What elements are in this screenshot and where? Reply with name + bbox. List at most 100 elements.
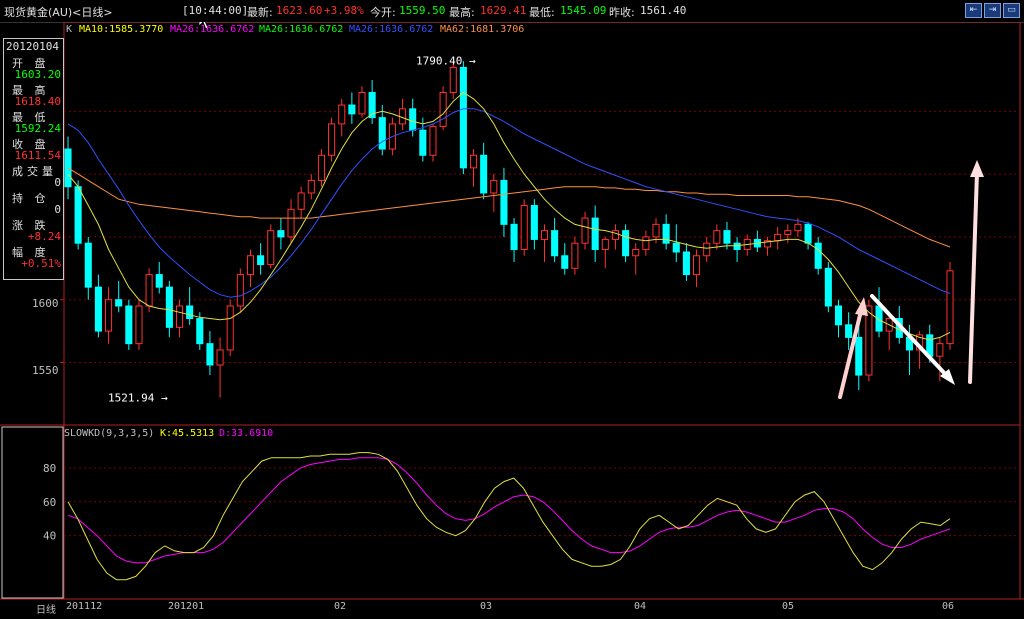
candle-body (510, 223, 518, 250)
high-annotation: 1790.40 → (416, 55, 476, 68)
info-value: 1618.40 (14, 95, 61, 108)
candle-body (297, 192, 305, 210)
latest-label: 最新: (247, 6, 273, 19)
info-value: +8.24 (27, 230, 61, 243)
ma26-caption-2: MA26:1636.6762 (259, 24, 344, 35)
ma26-caption-3: MA26:1636.6762 (349, 24, 434, 35)
candle-body (105, 299, 113, 332)
candle-body (834, 305, 843, 326)
high-label: 最高: (449, 6, 475, 19)
candle-body (804, 223, 812, 244)
ma26-caption-1: MA26:1636.6762 (170, 24, 255, 35)
ma62-caption: MA62:1681.3706 (440, 24, 525, 35)
open-label: 今开: (370, 6, 396, 19)
candle-body (307, 179, 315, 194)
x-label-03: 03 (480, 601, 493, 612)
candle-body (622, 230, 630, 257)
candle-body (419, 129, 427, 156)
candle-body (358, 92, 366, 115)
quote-info-panel: 20120104 开 盘 1603.20 最 高 1618.40 最 低 1592.24 收… (3, 38, 64, 280)
info-value: 0 (54, 176, 61, 189)
candle-body (500, 179, 508, 225)
candle-body (814, 242, 822, 269)
high-value: 1629.41 (480, 4, 527, 17)
candle-body (784, 230, 792, 235)
ma10-caption: MA10:1585.3770 (79, 24, 164, 35)
candle-body (581, 217, 589, 244)
x-label-02: 02 (334, 601, 347, 612)
x-label-06: 06 (942, 601, 955, 612)
latest-value: 1623.60 (276, 4, 323, 17)
candle-body (530, 205, 538, 240)
candle-body (115, 299, 123, 307)
candle-body (287, 208, 295, 238)
chart-area[interactable]: 1790.40 → 1521.94 → 40 60 80 (0, 22, 1024, 619)
candle-body (155, 274, 163, 288)
kd-d-line (67, 457, 951, 564)
info-label: 成交量 (12, 165, 57, 178)
x-label-05: 05 (782, 601, 795, 612)
info-date: 20120104 (6, 40, 59, 53)
low-annotation: 1521.94 → (108, 392, 168, 405)
candle-body (551, 230, 559, 257)
candle-body (409, 108, 417, 131)
candle-body (561, 255, 569, 269)
candle-body (135, 305, 143, 345)
candle-body (652, 223, 660, 238)
candle-body (186, 305, 194, 320)
y-tick-1550: 1550 (32, 364, 59, 377)
info-label: 持 仓 (12, 192, 50, 205)
ma10-line (67, 91, 951, 341)
candle-body (64, 148, 72, 188)
kd-axis-frame (1, 426, 64, 599)
scroll-left-button[interactable]: ⇤ (965, 3, 982, 18)
candle-body (328, 123, 336, 156)
candle-body (74, 186, 82, 244)
candle-body (490, 179, 498, 194)
candle-body (206, 343, 214, 366)
candle-body (246, 255, 255, 276)
candle-body (459, 66, 467, 169)
candle-body (378, 117, 386, 150)
candle-body (439, 92, 447, 127)
candle-body (611, 230, 619, 240)
candle-body (672, 242, 680, 253)
instrument-title: 现货黄金(AU)<日线> (4, 6, 113, 19)
candle-body (824, 267, 832, 307)
candle-body (175, 305, 184, 328)
y-tick-1600: 1600 (32, 297, 59, 310)
candle-body (601, 238, 609, 250)
info-value: 0 (54, 203, 61, 216)
drawn-arrow-up-2 (968, 170, 979, 384)
candle-body (84, 242, 92, 288)
kd-indicator-caption: SLOWKD(9,3,3,5) (64, 428, 155, 439)
candle-body (571, 242, 579, 269)
candle-body (682, 251, 690, 276)
candle-body (642, 236, 650, 250)
k-caption: K (66, 24, 73, 35)
candle-body (216, 349, 224, 366)
scroll-right-button[interactable]: ⇥ (984, 3, 1001, 18)
candle-body (267, 230, 275, 266)
low-value: 1545.09 (560, 4, 607, 17)
candle-body (540, 230, 549, 240)
low-label: 最低: (529, 6, 555, 19)
x-label-04: 04 (634, 601, 647, 612)
kd-d-caption: D:33.6910 (219, 428, 274, 439)
candle-body (733, 242, 741, 250)
x-label-daily: 日线 (36, 605, 56, 616)
x-label-201112: 201112 (66, 601, 103, 612)
candle-body (125, 305, 133, 345)
candle-body (317, 154, 325, 181)
quote-header-bar: 现货黄金(AU)<日线> [10:44:00] 最新: 1623.60 +3.9… (0, 0, 1024, 23)
info-value: +0.51% (21, 257, 61, 270)
candle-body (774, 233, 782, 242)
prev-close-value: 1561.40 (640, 4, 687, 17)
candle-body (469, 154, 478, 169)
candle-body (865, 305, 873, 376)
window-toggle-button[interactable]: ▭ (1003, 3, 1020, 18)
candle-body (277, 230, 285, 238)
candle-body (713, 230, 721, 244)
candle-body (794, 223, 802, 232)
drawn-arrowhead-up-2 (970, 160, 984, 177)
